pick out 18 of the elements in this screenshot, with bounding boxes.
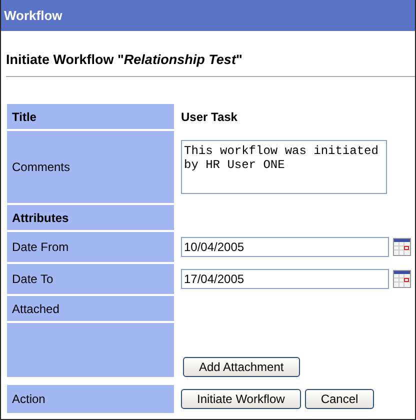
date-field[interactable]: 10/04/2005 <box>181 237 389 257</box>
field-label: Date To <box>7 264 174 294</box>
field-label: Attached <box>7 296 174 321</box>
field-label: Attributes <box>7 205 174 230</box>
date-field[interactable]: 17/04/2005 <box>181 269 389 289</box>
page-heading: Initiate Workflow "Relationship Test" <box>6 52 242 67</box>
field-label: Action <box>7 385 174 413</box>
field-value: User Task <box>181 110 238 124</box>
calendar-icon[interactable] <box>393 270 411 288</box>
field-label: Title <box>7 104 174 129</box>
calendar-icon[interactable] <box>393 238 411 256</box>
action-button[interactable]: Cancel <box>304 389 374 409</box>
action-button[interactable]: Add Attachment <box>183 357 300 377</box>
action-button[interactable]: Initiate Workflow <box>181 389 301 409</box>
field-label: Comments <box>7 131 174 203</box>
comments-field[interactable]: This workflow was initiated by HR User ONE <box>181 140 387 194</box>
field-label: Date From <box>7 232 174 262</box>
window-title: Workflow <box>1 0 415 31</box>
